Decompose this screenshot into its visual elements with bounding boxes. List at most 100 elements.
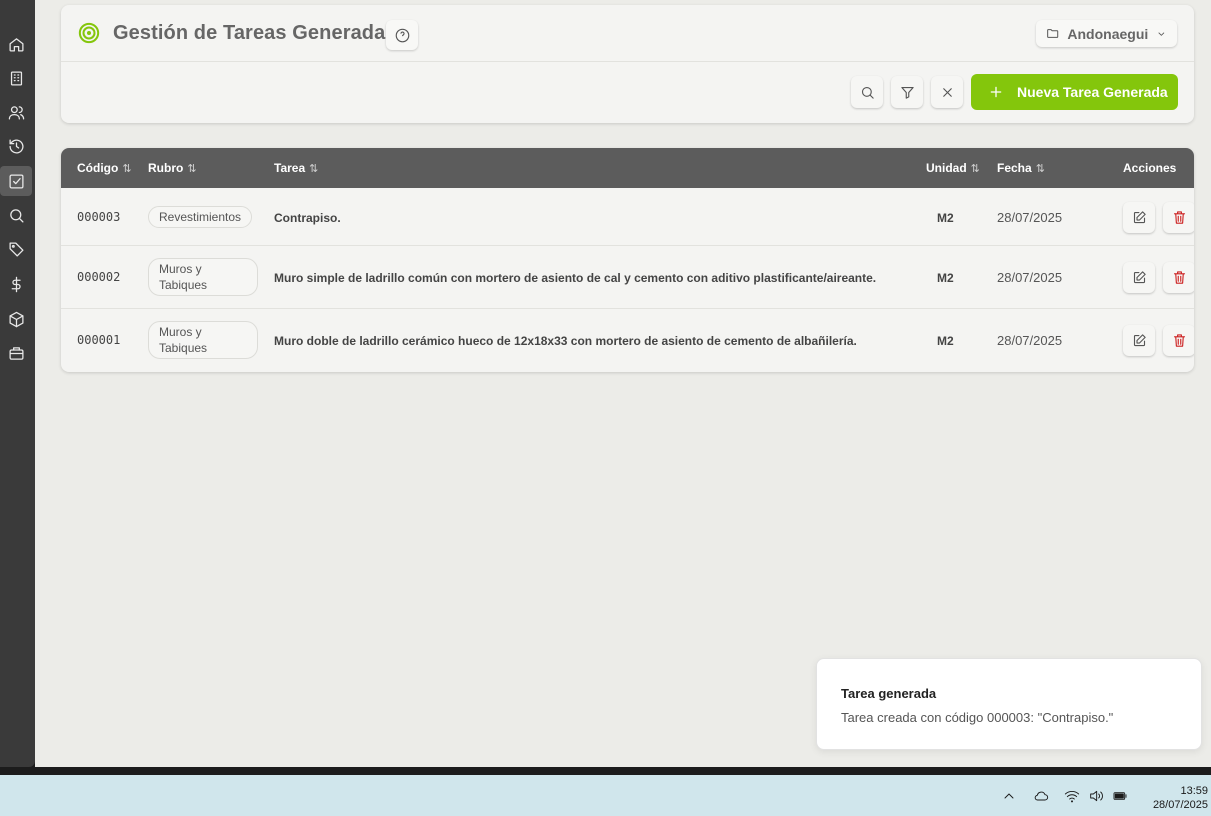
task-unit: M2	[937, 334, 954, 348]
header-top: Gestión de Tareas Generadas Andonaegui	[61, 5, 1194, 62]
task-date: 28/07/2025	[997, 270, 1063, 285]
edit-button[interactable]	[1123, 202, 1155, 233]
new-task-label: Nueva Tarea Generada	[1017, 84, 1168, 100]
history-icon	[8, 138, 23, 154]
chevron-down-icon	[1158, 31, 1165, 36]
users-icon	[8, 105, 24, 120]
column-label: Acciones	[1123, 161, 1177, 175]
system-clock[interactable]: 13:59 28/07/2025	[1153, 784, 1208, 812]
column-header-unidad[interactable]: Unidad ⇅	[926, 161, 980, 175]
column-header-rubro[interactable]: Rubro ⇅	[148, 161, 197, 175]
column-header-fecha[interactable]: Fecha ⇅	[997, 161, 1045, 175]
task-description: Contrapiso.	[274, 211, 341, 225]
table-row: 000001 Muros y Tabiques Muro doble de la…	[61, 309, 1194, 372]
sidebar-item-history[interactable]	[0, 131, 32, 161]
sidebar-item-users[interactable]	[0, 97, 32, 127]
delete-button[interactable]	[1163, 202, 1194, 233]
toast-title: Tarea generada	[841, 686, 937, 701]
task-code: 000003	[77, 210, 121, 224]
column-label: Tarea	[274, 161, 306, 175]
home-icon	[8, 37, 24, 52]
main-content: Gestión de Tareas Generadas Andonaegui N…	[35, 0, 1211, 767]
sidebar-item-prices[interactable]	[0, 269, 32, 299]
chevron-up-icon	[1004, 793, 1014, 799]
sidebar	[0, 0, 35, 767]
project-selector[interactable]: Andonaegui	[1036, 20, 1177, 47]
filter-icon	[900, 86, 914, 99]
checkbox-icon	[8, 173, 24, 189]
project-name: Andonaegui	[1067, 25, 1149, 42]
tray-overflow-button[interactable]	[1001, 788, 1017, 804]
search-button[interactable]	[851, 76, 883, 108]
delete-button[interactable]	[1163, 262, 1194, 293]
cloud-icon	[1034, 791, 1049, 801]
battery-tray[interactable]	[1112, 788, 1128, 804]
sort-icon: ⇅	[970, 162, 980, 175]
sidebar-item-materials[interactable]	[0, 304, 32, 334]
edit-icon	[1133, 334, 1146, 347]
column-header-codigo[interactable]: Código ⇅	[77, 161, 132, 175]
toast-message: Tarea creada con código 000003: "Contrap…	[841, 710, 1114, 725]
task-date: 28/07/2025	[997, 210, 1063, 225]
search-icon	[9, 208, 24, 223]
task-description: Muro simple de ladrillo común con morter…	[274, 271, 877, 285]
column-label: Rubro	[148, 161, 184, 175]
tag-icon	[8, 241, 24, 257]
table-row: 000003 Revestimientos Contrapiso. M2 28/…	[61, 188, 1194, 246]
close-icon	[942, 87, 952, 97]
building-icon	[10, 70, 22, 86]
tasks-table: Código ⇅ Rubro ⇅ Tarea ⇅ Unidad ⇅ Fecha ⇅ Acc…	[61, 148, 1194, 372]
edit-button[interactable]	[1123, 262, 1155, 293]
target-icon	[78, 22, 100, 44]
wifi-icon	[1064, 790, 1080, 803]
task-unit: M2	[937, 211, 954, 225]
volume-tray[interactable]	[1088, 788, 1104, 804]
column-header-acciones: Acciones	[1123, 161, 1176, 175]
delete-button[interactable]	[1163, 325, 1194, 356]
edit-icon	[1133, 211, 1146, 224]
rubro-badge: Revestimientos	[148, 206, 253, 228]
new-task-button[interactable]: Nueva Tarea Generada	[971, 74, 1178, 110]
sidebar-item-briefcase[interactable]	[0, 338, 32, 368]
briefcase-icon	[8, 346, 24, 360]
page-title: Gestión de Tareas Generadas	[113, 22, 397, 44]
sidebar-item-search[interactable]	[0, 200, 32, 230]
toast-notification[interactable]: Tarea generada Tarea creada con código 0…	[816, 658, 1202, 750]
search-icon	[861, 86, 874, 99]
wifi-tray[interactable]	[1064, 788, 1080, 804]
battery-icon	[1113, 792, 1127, 800]
speaker-icon	[1090, 790, 1103, 802]
rubro-badge: Muros y Tabiques	[148, 258, 258, 296]
task-unit: M2	[937, 271, 954, 285]
trash-icon	[1173, 211, 1185, 224]
edit-button[interactable]	[1123, 325, 1155, 356]
task-code: 000002	[77, 270, 121, 284]
taskbar: 13:59 28/07/2025	[0, 775, 1211, 816]
sidebar-item-buildings[interactable]	[0, 63, 32, 93]
help-button[interactable]	[386, 20, 418, 50]
plus-icon	[990, 86, 1002, 98]
column-label: Fecha	[997, 161, 1032, 175]
filter-button[interactable]	[891, 76, 923, 108]
package-icon	[8, 311, 24, 327]
folder-icon	[1047, 29, 1059, 38]
sidebar-item-home[interactable]	[0, 29, 32, 59]
table-header: Código ⇅ Rubro ⇅ Tarea ⇅ Unidad ⇅ Fecha ⇅ Acc…	[61, 148, 1194, 188]
sort-icon: ⇅	[309, 162, 319, 175]
column-header-tarea[interactable]: Tarea ⇅	[274, 161, 318, 175]
sort-icon: ⇅	[187, 162, 197, 175]
sort-icon: ⇅	[122, 162, 132, 175]
help-icon	[395, 28, 409, 42]
column-label: Unidad	[926, 161, 967, 175]
trash-icon	[1173, 271, 1185, 284]
onedrive-tray[interactable]	[1033, 788, 1049, 804]
clock-date: 28/07/2025	[1152, 799, 1208, 811]
task-code: 000001	[77, 333, 121, 347]
clear-filters-button[interactable]	[931, 76, 963, 108]
sidebar-item-tags[interactable]	[0, 234, 32, 264]
sidebar-item-tasks[interactable]	[0, 166, 32, 196]
clock-time: 13:59	[1180, 785, 1208, 797]
sort-icon: ⇅	[1035, 162, 1045, 175]
header-card: Gestión de Tareas Generadas Andonaegui N…	[61, 5, 1194, 123]
task-date: 28/07/2025	[997, 333, 1063, 348]
